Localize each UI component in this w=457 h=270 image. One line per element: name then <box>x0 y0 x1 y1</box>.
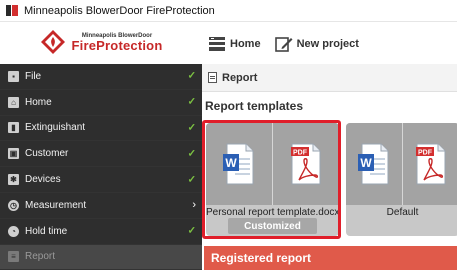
devices-icon: ✱ <box>8 174 19 186</box>
extinguisher-icon: ▮ <box>8 122 19 134</box>
new-project-icon <box>274 37 293 52</box>
sidebar: ▪ File ✓ ⌂ Home ✓ ▮ Extinguishant ✓ ▣ Cu… <box>0 64 202 270</box>
word-doc-icon: W <box>223 143 254 185</box>
app-icon <box>6 5 18 16</box>
svg-text:W: W <box>225 156 237 170</box>
check-icon: ✓ <box>187 122 196 134</box>
window-title: Minneapolis BlowerDoor FireProtection <box>24 4 215 17</box>
home-icon: ⌂ <box>8 96 19 108</box>
brand-logo: Minneapolis BlowerDoor FireProtection <box>0 22 202 62</box>
home-icon <box>209 37 225 51</box>
new-project-label: New project <box>296 38 359 50</box>
title-bar: Minneapolis BlowerDoor FireProtection <box>0 0 457 22</box>
home-button-label: Home <box>230 38 261 50</box>
check-icon: ✓ <box>187 148 196 160</box>
logo-brand-text: FireProtection <box>71 37 163 53</box>
sidebar-item-label: Devices <box>25 174 61 186</box>
hold-time-icon: ◔ <box>8 225 19 237</box>
check-icon: ✓ <box>187 96 196 108</box>
sidebar-item-home[interactable]: ⌂ Home ✓ <box>0 90 202 116</box>
report-icon: ≡ <box>8 251 19 263</box>
pdf-doc-icon: PDF <box>416 143 446 185</box>
sidebar-item-customer[interactable]: ▣ Customer ✓ <box>0 141 202 168</box>
svg-text:PDF: PDF <box>418 150 433 157</box>
svg-text:PDF: PDF <box>293 150 308 157</box>
toolbar: Home New project <box>208 30 359 58</box>
customized-badge: Customized <box>228 218 317 234</box>
template-card-personal[interactable]: W PDF Personal report template.docx Cust… <box>206 123 339 236</box>
word-doc-icon: W <box>358 143 389 185</box>
pdf-doc-panel: PDF <box>402 123 457 205</box>
sidebar-item-label: Report <box>25 251 56 263</box>
templates-list: W PDF Personal report template.docx Cust… <box>202 118 457 242</box>
page-header: Report <box>202 64 457 92</box>
sidebar-item-extinguishant[interactable]: ▮ Extinguishant ✓ <box>0 116 202 142</box>
new-project-button[interactable]: New project <box>274 36 359 52</box>
customer-icon: ▣ <box>8 148 19 160</box>
sidebar-item-measurement[interactable]: ◷ Measurement › <box>0 193 202 219</box>
file-icon: ▪ <box>8 70 19 82</box>
home-button[interactable]: Home <box>208 36 261 52</box>
word-doc-panel: W <box>346 123 402 205</box>
chevron-right-icon: › <box>192 199 196 212</box>
registered-report-header: Registered report <box>204 246 457 270</box>
check-icon: ✓ <box>187 70 196 82</box>
sidebar-item-label: File <box>25 70 42 82</box>
page-title: Report <box>222 71 258 84</box>
template-name: Personal report template.docx <box>206 207 339 218</box>
sidebar-item-label: Hold time <box>25 225 68 237</box>
sidebar-item-hold-time[interactable]: ◔ Hold time ✓ <box>0 219 202 245</box>
sidebar-item-file[interactable]: ▪ File ✓ <box>0 64 202 90</box>
word-doc-panel: W <box>206 123 272 205</box>
pdf-doc-icon: PDF <box>291 143 321 185</box>
sidebar-item-label: Measurement <box>25 199 87 211</box>
svg-text:W: W <box>360 156 372 170</box>
check-icon: ✓ <box>187 174 196 186</box>
pdf-doc-panel: PDF <box>272 123 339 205</box>
template-name: Default <box>386 207 419 218</box>
template-card-default[interactable]: W PDF Default <box>346 123 457 236</box>
sidebar-item-label: Customer <box>25 148 69 160</box>
sidebar-item-label: Home <box>25 96 52 108</box>
sidebar-item-devices[interactable]: ✱ Devices ✓ <box>0 167 202 193</box>
measurement-icon: ◷ <box>8 199 19 211</box>
check-icon: ✓ <box>187 225 196 237</box>
fireprotection-logo-icon <box>40 30 65 54</box>
report-doc-icon <box>208 72 217 83</box>
templates-title: Report templates <box>205 99 304 113</box>
sidebar-item-report[interactable]: ≡ Report <box>0 244 202 270</box>
sidebar-item-label: Extinguishant <box>25 122 86 134</box>
